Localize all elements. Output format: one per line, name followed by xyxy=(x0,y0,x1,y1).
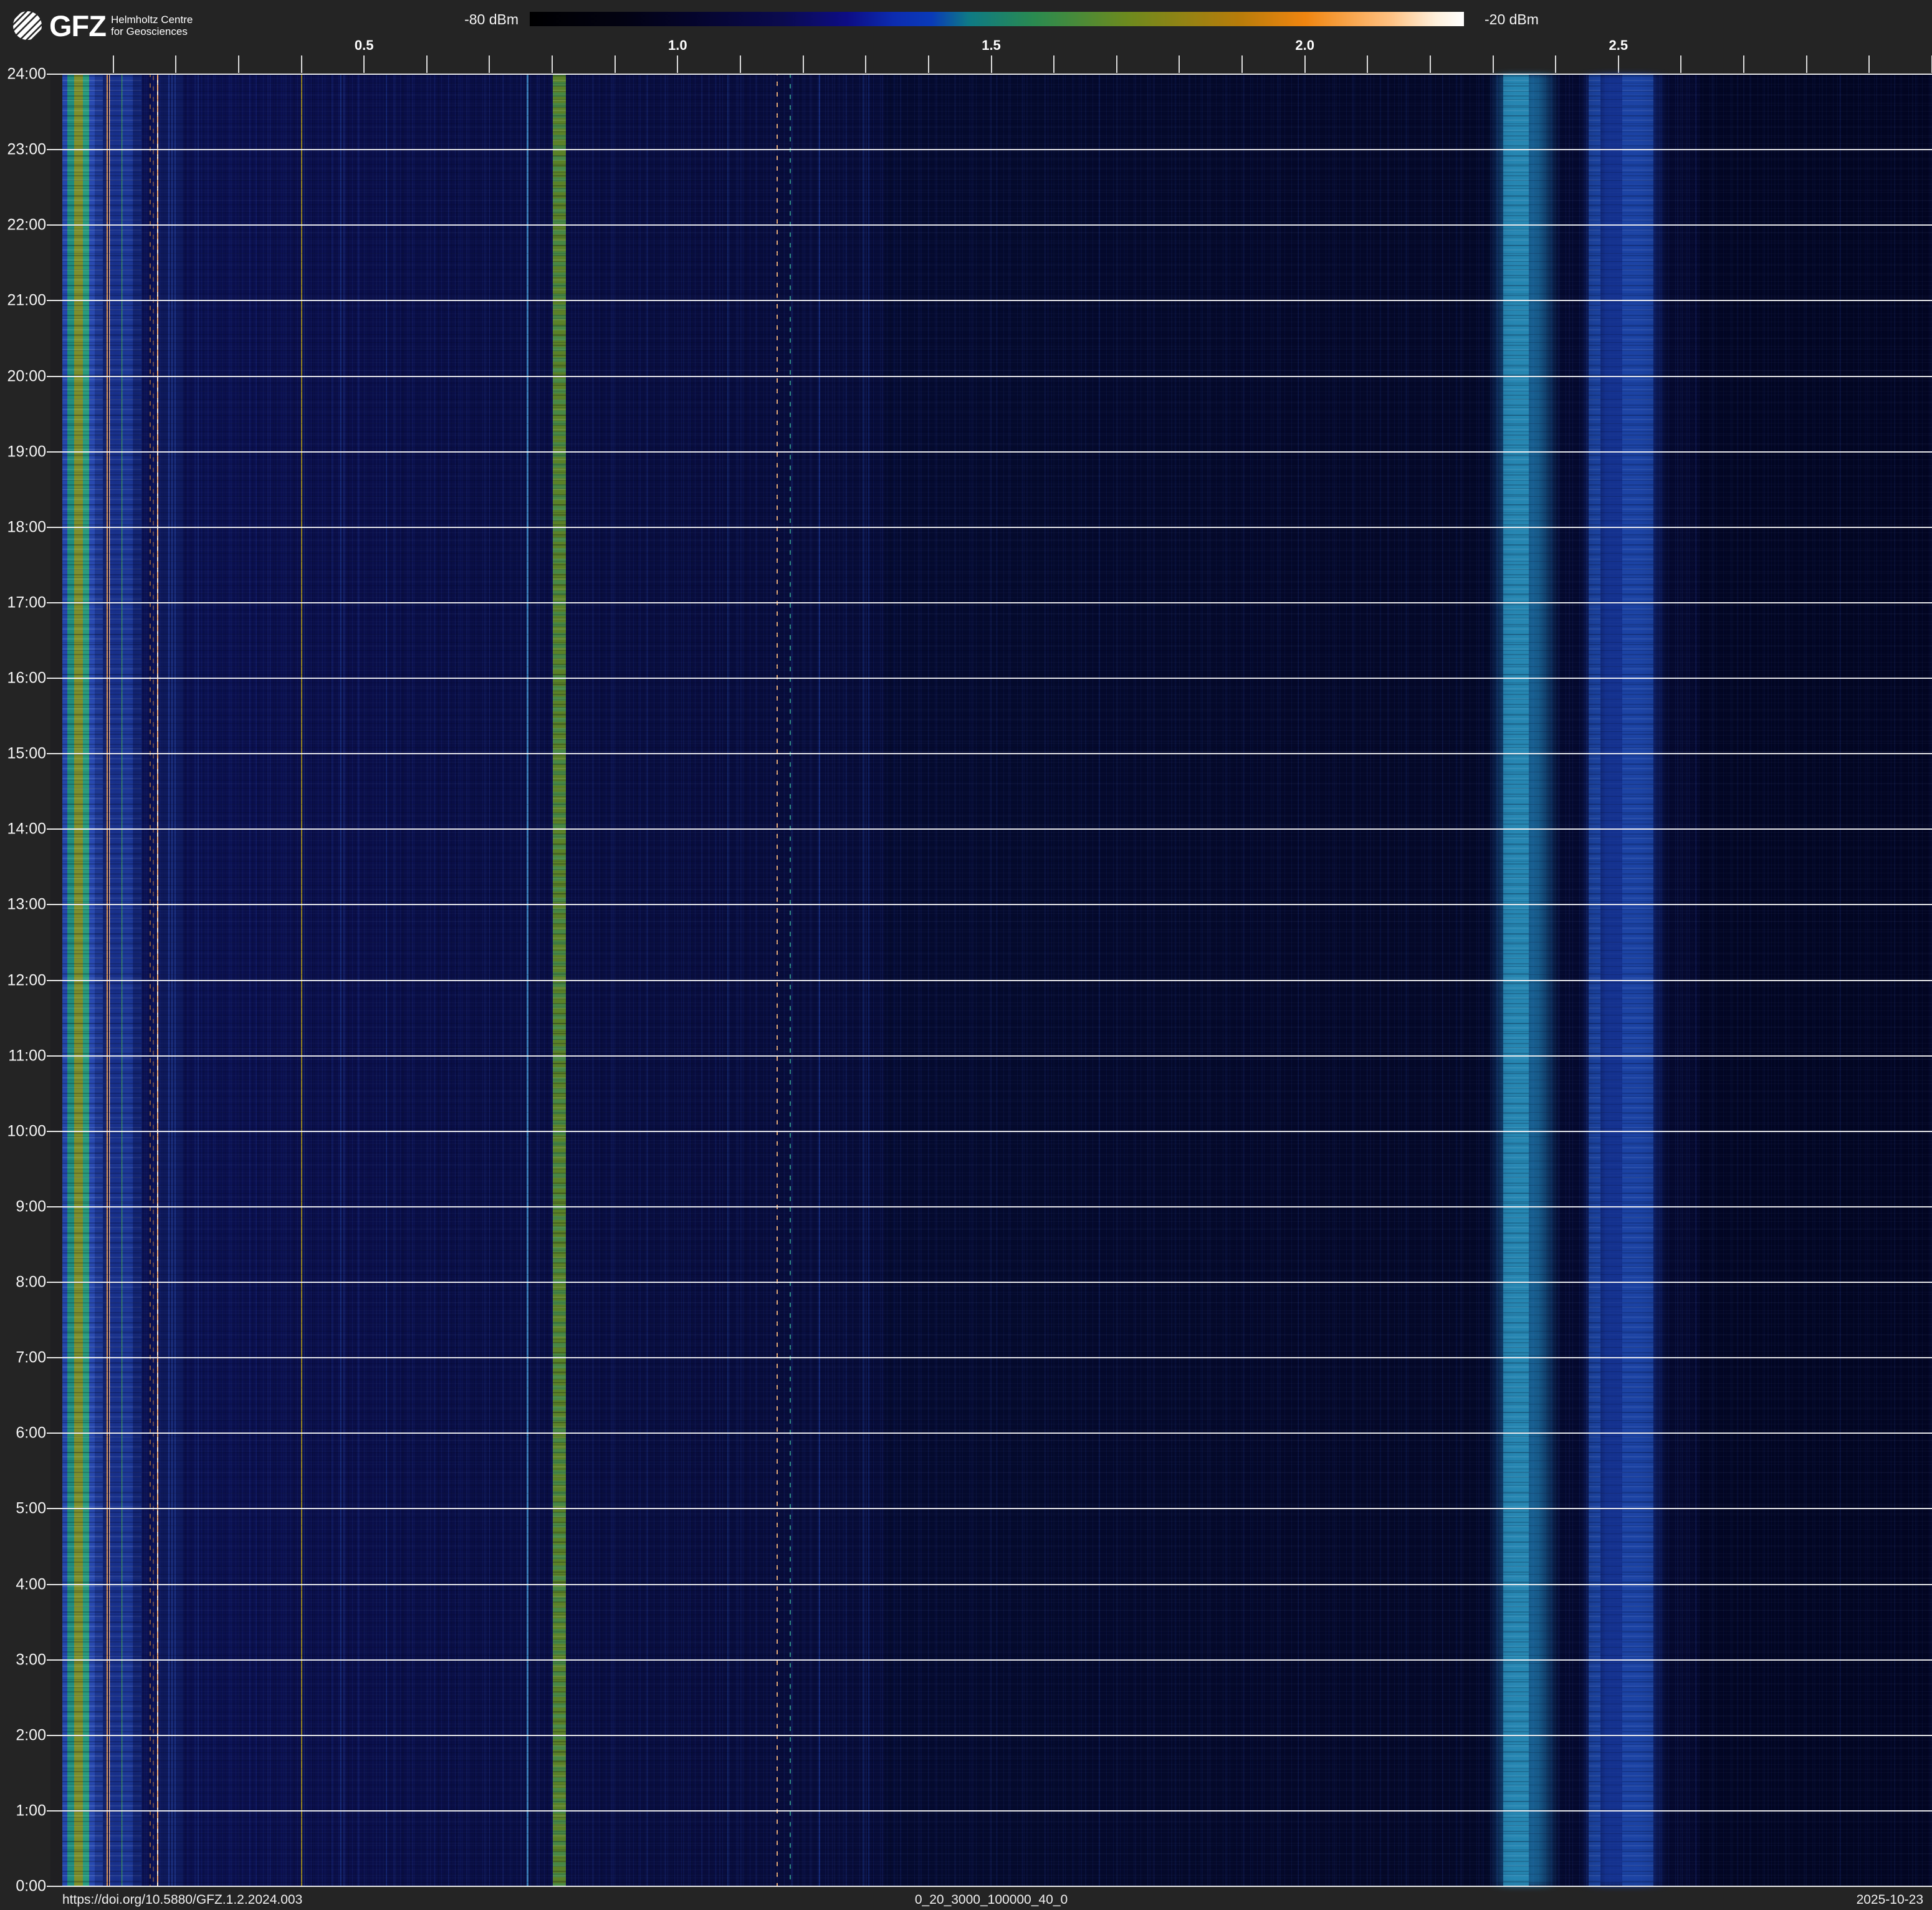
time-label: 19:00 xyxy=(7,443,46,461)
time-label: 12:00 xyxy=(7,971,46,989)
hour-gridline xyxy=(47,753,1932,754)
hour-gridline xyxy=(47,1584,1932,1585)
freq-tick xyxy=(677,55,678,73)
time-label: 0:00 xyxy=(16,1878,46,1896)
freq-tick xyxy=(426,55,428,73)
hour-gridline xyxy=(47,1131,1932,1132)
frequency-axis: 0.5 1.0 1.5 2.0 2.5 xyxy=(50,0,1932,74)
time-label: 10:00 xyxy=(7,1122,46,1140)
freq-tick xyxy=(113,55,114,73)
spectrogram-page: GFZ Helmholtz Centre for Geosciences -80… xyxy=(0,0,1932,1910)
time-label: 21:00 xyxy=(7,292,46,310)
time-label: 14:00 xyxy=(7,820,46,838)
freq-label: 2.5 xyxy=(1609,37,1628,54)
freq-tick xyxy=(363,55,365,73)
time-label: 8:00 xyxy=(16,1274,46,1292)
time-label: 11:00 xyxy=(8,1047,46,1065)
hour-gridline xyxy=(47,1659,1932,1661)
time-label: 13:00 xyxy=(7,896,46,914)
freq-tick xyxy=(1555,55,1556,73)
hour-gridline xyxy=(47,149,1932,150)
freq-label: 1.5 xyxy=(982,37,1001,54)
time-label: 24:00 xyxy=(7,65,46,84)
time-axis: 24:0023:0022:0021:0020:0019:0018:0017:00… xyxy=(0,74,46,1886)
freq-tick xyxy=(175,55,176,73)
time-label: 7:00 xyxy=(16,1349,46,1367)
freq-tick xyxy=(1241,55,1243,73)
hour-gridline xyxy=(47,1886,1932,1887)
hour-gridline xyxy=(47,1206,1932,1207)
freq-tick xyxy=(740,55,741,73)
freq-tick xyxy=(552,55,553,73)
freq-tick xyxy=(238,55,239,73)
plot-date: 2025-10-23 xyxy=(1857,1893,1923,1908)
freq-tick xyxy=(1116,55,1117,73)
freq-tick xyxy=(991,55,992,73)
time-label: 18:00 xyxy=(7,518,46,536)
freq-tick xyxy=(1618,55,1619,73)
freq-tick xyxy=(803,55,804,73)
time-label: 2:00 xyxy=(16,1726,46,1744)
freq-tick xyxy=(1367,55,1368,73)
hour-gridline xyxy=(47,224,1932,226)
freq-tick xyxy=(1868,55,1870,73)
hour-gridline xyxy=(47,74,1932,75)
time-label: 15:00 xyxy=(7,745,46,763)
hour-gridline xyxy=(47,1810,1932,1812)
freq-tick xyxy=(301,55,302,73)
spectrogram-plot xyxy=(50,74,1932,1886)
time-label: 5:00 xyxy=(16,1500,46,1518)
hour-gridline xyxy=(47,678,1932,679)
freq-tick xyxy=(615,55,616,73)
freq-tick xyxy=(1806,55,1807,73)
freq-label: 1.0 xyxy=(668,37,687,54)
time-label: 3:00 xyxy=(16,1651,46,1669)
freq-tick xyxy=(1743,55,1744,73)
freq-tick xyxy=(1493,55,1494,73)
hour-gridline xyxy=(47,527,1932,528)
freq-tick xyxy=(865,55,866,73)
freq-tick xyxy=(1053,55,1054,73)
hour-gridline xyxy=(47,1432,1932,1434)
freq-tick xyxy=(489,55,490,73)
freq-tick xyxy=(1179,55,1180,73)
time-label: 17:00 xyxy=(7,593,46,612)
hour-gridline xyxy=(47,300,1932,301)
time-label: 16:00 xyxy=(7,669,46,688)
hour-gridline xyxy=(47,602,1932,603)
freq-tick xyxy=(928,55,929,73)
hour-gridline xyxy=(47,1055,1932,1057)
hour-gridline xyxy=(47,376,1932,377)
hour-gridline xyxy=(47,828,1932,830)
freq-tick xyxy=(1430,55,1431,73)
hour-gridline xyxy=(47,1735,1932,1736)
hour-gridline xyxy=(47,1282,1932,1283)
freq-label: 0.5 xyxy=(355,37,374,54)
time-label: 22:00 xyxy=(7,216,46,234)
hour-gridline xyxy=(47,980,1932,981)
dataset-title: 0_20_3000_100000_40_0 xyxy=(50,1893,1932,1908)
time-label: 23:00 xyxy=(7,141,46,159)
hour-gridline xyxy=(47,1508,1932,1509)
time-label: 9:00 xyxy=(16,1197,46,1216)
hour-gridline xyxy=(47,1357,1932,1358)
time-label: 1:00 xyxy=(16,1802,46,1820)
time-label: 6:00 xyxy=(16,1424,46,1442)
hour-gridline xyxy=(47,904,1932,905)
gfz-logo-icon xyxy=(12,11,42,41)
freq-label: 2.0 xyxy=(1295,37,1314,54)
freq-tick xyxy=(1680,55,1681,73)
time-label: 20:00 xyxy=(7,367,46,385)
freq-tick xyxy=(1304,55,1306,73)
time-label: 4:00 xyxy=(16,1575,46,1593)
hour-gridline xyxy=(47,451,1932,453)
